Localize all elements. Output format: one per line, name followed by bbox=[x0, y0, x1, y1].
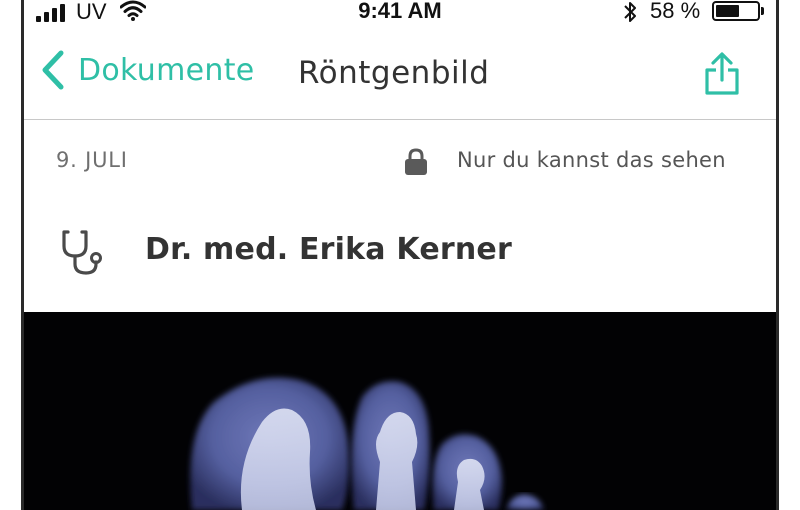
x-ray-drawing bbox=[190, 377, 544, 510]
battery-tip bbox=[761, 7, 764, 15]
share-icon bbox=[705, 52, 739, 95]
x-ray-image[interactable] bbox=[24, 312, 776, 510]
fourth-toe-soft-tissue bbox=[506, 494, 544, 510]
battery-icon bbox=[712, 1, 760, 21]
second-toe-bone bbox=[376, 412, 418, 510]
bluetooth-icon bbox=[621, 0, 639, 30]
third-toe-bone bbox=[454, 458, 485, 510]
status-bar: UV 9:41 AM 58 % bbox=[24, 0, 776, 28]
battery-level-fill bbox=[716, 5, 740, 17]
share-button[interactable] bbox=[704, 52, 740, 96]
device-bezel-right bbox=[776, 0, 800, 510]
doctor-row[interactable]: Dr. med. Erika Kerner bbox=[24, 226, 776, 286]
lock-icon bbox=[404, 148, 428, 180]
page-title: Röntgenbild bbox=[298, 55, 490, 91]
doctor-name: Dr. med. Erika Kerner bbox=[145, 232, 512, 267]
navigation-bar: Dokumente Röntgenbild bbox=[24, 28, 776, 120]
back-button[interactable]: Dokumente bbox=[40, 50, 255, 90]
privacy-note: Nur du kannst das sehen bbox=[457, 148, 726, 172]
back-button-label: Dokumente bbox=[78, 52, 255, 88]
chevron-left-icon bbox=[42, 50, 64, 90]
document-meta-row: 9. JULI Nur du kannst das sehen bbox=[24, 145, 776, 179]
device-bezel-left bbox=[0, 0, 24, 510]
phone-screen: UV 9:41 AM 58 % Dokumente Röntgenbild 9.… bbox=[24, 0, 776, 510]
document-date: 9. JULI bbox=[56, 148, 128, 172]
stethoscope-icon bbox=[60, 228, 108, 282]
battery-percent: 58 % bbox=[650, 0, 701, 23]
